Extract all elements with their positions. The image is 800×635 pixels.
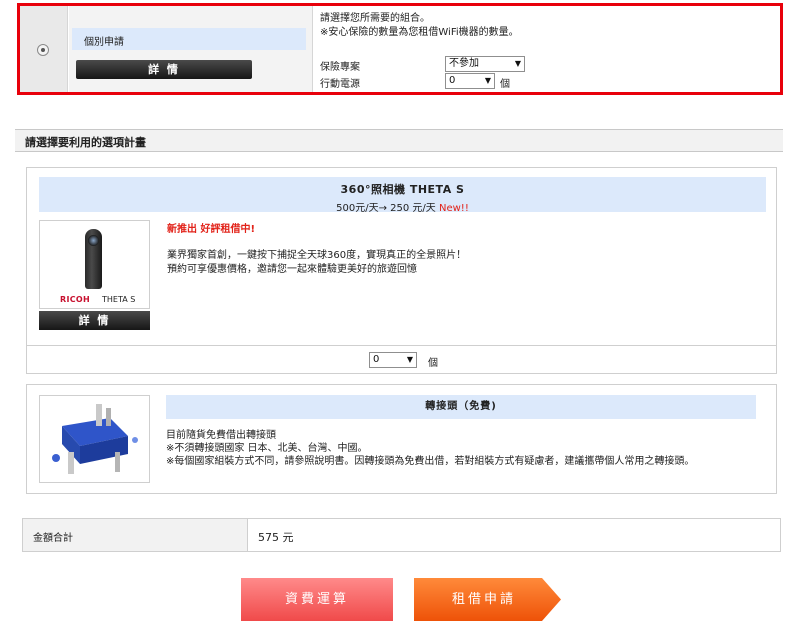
- product-qty-select[interactable]: 0 ▼: [369, 352, 417, 368]
- product-price-line: 500元/天→ 250 元/天 New!!: [39, 199, 766, 214]
- total-value: 575 元: [258, 531, 294, 544]
- adapter-title: 轉接頭（免費): [166, 395, 756, 419]
- options-section-title: 請選擇要利用的選項計畫: [15, 129, 783, 152]
- plan-note: ※安心保險的數量為您租借WiFi機器的數量。: [320, 27, 519, 38]
- battery-unit: 個: [500, 79, 510, 90]
- new-badge: New!!: [439, 203, 469, 214]
- insurance-label: 保險專案: [320, 62, 360, 73]
- product-image: RICOH THETA S: [39, 220, 150, 309]
- chevron-down-icon: ▼: [484, 76, 491, 85]
- camera-lens-icon: [88, 235, 99, 246]
- chevron-down-icon: ▼: [514, 59, 521, 68]
- adapter-line: ※不須轉接頭國家 日本、北美、台灣、中國。: [166, 443, 368, 454]
- product-tagline: 新推出 好評租借中!: [167, 224, 256, 235]
- plug-adapter-icon: [40, 396, 149, 482]
- chevron-down-icon: ▼: [406, 355, 413, 364]
- product-description: 新推出 好評租借中! 業界獨家首創，一鍵按下捕捉全天球360度，實現真正的全景照…: [167, 220, 757, 277]
- product-qty-row: 0 ▼ 個: [27, 352, 776, 370]
- insurance-select-value: 不參加: [449, 58, 479, 69]
- battery-select[interactable]: 0 ▼: [445, 73, 495, 89]
- product-title: 360°照相機 THETA S: [340, 183, 465, 196]
- insurance-select[interactable]: 不參加 ▼: [445, 56, 525, 72]
- insurance-row: 保險專案 不參加 ▼: [320, 56, 780, 73]
- adapter-line: 目前隨貨免費借出轉接頭: [166, 430, 276, 441]
- brand-logo: RICOH: [60, 295, 91, 304]
- product-header: 360°照相機 THETA S 500元/天→ 250 元/天 New!!: [39, 177, 766, 214]
- total-row: 金額合計 575 元: [22, 518, 781, 552]
- battery-row: 行動電源 0 ▼ 個: [320, 73, 780, 90]
- product-model-label: THETA S: [102, 295, 136, 304]
- divider: [27, 345, 776, 346]
- adapter-description: 目前隨貨免費借出轉接頭 ※不須轉接頭國家 日本、北美、台灣、中國。 ※每個國家組…: [166, 429, 766, 468]
- rental-apply-label: 租借申請: [451, 592, 516, 607]
- product-detail-button[interactable]: 詳 情: [39, 311, 150, 330]
- adapter-image: [39, 395, 150, 483]
- total-label: 金額合計: [23, 519, 248, 551]
- product-desc-line: 預約可享優惠價格，邀請您一起來體驗更美好的旅遊回憶: [167, 264, 417, 275]
- plan-info-panel: 個別申請 詳 情: [69, 6, 313, 92]
- plan-radio-button[interactable]: [37, 44, 49, 56]
- plan-selection-box: 個別申請 詳 情 請選擇您所需要的組合。 ※安心保險的數量為您租借WiFi機器的…: [17, 3, 783, 95]
- plan-instruction: 請選擇您所需要的組合。: [320, 13, 430, 24]
- plan-options: 請選擇您所需要的組合。 ※安心保險的數量為您租借WiFi機器的數量。 保險專案 …: [320, 12, 780, 90]
- calculate-fee-button[interactable]: 資費運算: [241, 578, 393, 621]
- product-card-theta: 360°照相機 THETA S 500元/天→ 250 元/天 New!! RI…: [26, 167, 777, 374]
- product-price: 500元/天→ 250 元/天: [336, 203, 436, 214]
- plan-radio-column: [20, 6, 68, 92]
- plan-name: 個別申請: [72, 28, 306, 50]
- battery-label: 行動電源: [320, 79, 360, 90]
- plan-detail-button[interactable]: 詳 情: [76, 60, 252, 79]
- adapter-card: 轉接頭（免費) 目前隨貨免費借出轉接頭 ※不須轉接頭國家 日本、北美、台灣、中國…: [26, 384, 777, 494]
- adapter-line: ※每個國家組裝方式不同，請參照說明書。因轉接頭為免費出借，若對組裝方式有疑慮者，…: [166, 456, 695, 467]
- product-desc-line: 業界獨家首創，一鍵按下捕捉全天球360度，實現真正的全景照片！: [167, 250, 467, 261]
- rental-apply-button[interactable]: 租借申請: [414, 578, 561, 621]
- product-qty-value: 0: [373, 354, 380, 365]
- battery-select-value: 0: [449, 75, 456, 86]
- product-qty-unit: 個: [428, 358, 438, 369]
